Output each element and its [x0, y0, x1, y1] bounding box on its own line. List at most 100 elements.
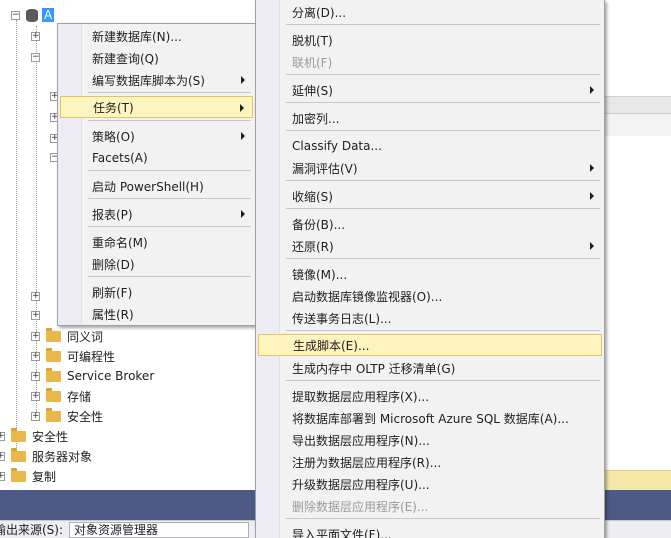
menu-item-label: 导入平面文件(F)... [292, 527, 392, 538]
tree-row-synonyms[interactable]: + 同义词 [31, 326, 103, 346]
submenu-arrow-icon [590, 86, 594, 94]
menu-item-label: 删除(D) [92, 257, 135, 272]
output-source-select[interactable]: 对象资源管理器 [69, 521, 250, 538]
collapse-icon[interactable]: − [31, 52, 40, 62]
folder-icon [46, 387, 61, 402]
menu-item-label: 任务(T) [93, 100, 134, 115]
menu-item-register-data-tier-app[interactable]: 注册为数据层应用程序(R)... [258, 451, 602, 473]
database-icon [26, 8, 38, 22]
tree-row-server-security[interactable]: + 安全性 [0, 426, 68, 446]
tree-row-database[interactable]: − A [11, 5, 55, 25]
menu-item-facets[interactable]: Facets(A) [60, 147, 253, 169]
menu-separator [88, 120, 251, 121]
menu-item-generate-oltp-checklist[interactable]: 生成内存中 OLTP 迁移清单(G) [258, 357, 602, 379]
menu-item-reports[interactable]: 报表(P) [60, 203, 253, 225]
folder-icon [46, 407, 61, 422]
menu-separator [88, 226, 251, 227]
menu-separator [88, 198, 251, 199]
menu-item-tasks[interactable]: 任务(T) [60, 96, 253, 118]
menu-item-mirror[interactable]: 镜像(M)... [258, 263, 602, 285]
menu-item-import-flat-file[interactable]: 导入平面文件(F)... [258, 523, 602, 538]
expand-icon[interactable]: + [0, 451, 5, 461]
expand-icon[interactable]: + [31, 391, 40, 401]
database-context-menu: 新建数据库(N)... 新建查询(Q) 编写数据库脚本为(S) 任务(T) 策略… [57, 23, 256, 326]
menu-item-properties[interactable]: 属性(R) [60, 303, 253, 325]
submenu-arrow-icon [240, 104, 244, 112]
menu-item-delete[interactable]: 删除(D) [60, 253, 253, 275]
tree-row-service-broker[interactable]: + Service Broker [31, 366, 154, 386]
tree-row-hidden[interactable]: − [31, 47, 46, 67]
menu-item-deploy-to-azure[interactable]: 将数据库部署到 Microsoft Azure SQL 数据库(A)... [258, 407, 602, 429]
menu-separator [286, 330, 600, 331]
menu-item-start-powershell[interactable]: 启动 PowerShell(H) [60, 175, 253, 197]
menu-item-label: 策略(O) [92, 129, 135, 144]
menu-item-upgrade-data-tier-app[interactable]: 升级数据层应用程序(U)... [258, 473, 602, 495]
menu-separator [88, 276, 251, 277]
menu-item-label: 启动 PowerShell(H) [92, 179, 204, 194]
expand-icon[interactable]: + [31, 291, 40, 301]
folder-icon [11, 427, 26, 442]
menu-item-label: 还原(R) [292, 239, 334, 254]
menu-item-policies[interactable]: 策略(O) [60, 125, 253, 147]
menu-item-detach[interactable]: 分离(D)... [258, 1, 602, 23]
expand-icon[interactable]: + [31, 31, 40, 41]
menu-item-label: 重命名(M) [92, 235, 148, 250]
menu-item-script-database-as[interactable]: 编写数据库脚本为(S) [60, 69, 253, 91]
menu-item-restore[interactable]: 还原(R) [258, 235, 602, 257]
tree-row-storage[interactable]: + 存储 [31, 386, 91, 406]
menu-item-label: 生成内存中 OLTP 迁移清单(G) [292, 361, 456, 376]
menu-item-shrink[interactable]: 收缩(S) [258, 185, 602, 207]
tree-row-db-security[interactable]: + 安全性 [31, 406, 103, 426]
menu-item-delete-data-tier-app: 删除数据层应用程序(E)... [258, 495, 602, 517]
menu-item-label: 延伸(S) [292, 83, 333, 98]
tasks-submenu: 分离(D)... 脱机(T) 联机(F) 延伸(S) 加密列... Classi… [255, 0, 605, 538]
menu-item-label: 收缩(S) [292, 189, 333, 204]
menu-item-take-offline[interactable]: 脱机(T) [258, 29, 602, 51]
menu-item-new-query[interactable]: 新建查询(Q) [60, 47, 253, 69]
menu-separator [286, 74, 600, 75]
tree-row-programmability[interactable]: + 可编程性 [31, 346, 115, 366]
expand-icon[interactable]: + [31, 371, 40, 381]
menu-item-label: 镜像(M)... [292, 267, 348, 282]
background-panel-header [604, 96, 671, 114]
expand-icon[interactable]: + [0, 471, 5, 481]
expand-icon[interactable]: + [0, 431, 5, 441]
expand-icon[interactable]: + [31, 310, 40, 320]
folder-icon [11, 467, 26, 482]
menu-item-label: Facets(A) [92, 151, 148, 165]
tree-row-replication[interactable]: + 复制 [0, 466, 56, 486]
menu-item-export-data-tier-app[interactable]: 导出数据层应用程序(N)... [258, 429, 602, 451]
menu-item-rename[interactable]: 重命名(M) [60, 231, 253, 253]
selected-database-label[interactable]: A [42, 8, 55, 22]
folder-icon [11, 447, 26, 462]
menu-item-vulnerability-assessment[interactable]: 漏洞评估(V) [258, 157, 602, 179]
expand-icon[interactable]: + [31, 351, 40, 361]
menu-item-label: 生成脚本(E)... [293, 338, 370, 353]
menu-item-label: 联机(F) [292, 55, 333, 70]
tree-row-hidden[interactable]: + [31, 286, 46, 306]
menu-item-launch-mirroring-monitor[interactable]: 启动数据库镜像监视器(O)... [258, 285, 602, 307]
tree-item-label: 存储 [67, 389, 92, 404]
menu-item-ship-transaction-logs[interactable]: 传送事务日志(L)... [258, 307, 602, 329]
menu-separator [286, 102, 600, 103]
menu-item-stretch[interactable]: 延伸(S) [258, 79, 602, 101]
menu-item-encrypt-columns[interactable]: 加密列... [258, 107, 602, 129]
menu-item-generate-scripts[interactable]: 生成脚本(E)... [258, 334, 602, 356]
collapse-icon[interactable]: − [11, 10, 20, 20]
menu-item-bring-online: 联机(F) [258, 51, 602, 73]
menu-separator [286, 130, 600, 131]
menu-item-label: 报表(P) [92, 207, 133, 222]
menu-item-extract-data-tier-app[interactable]: 提取数据层应用程序(X)... [258, 385, 602, 407]
expand-icon[interactable]: + [31, 411, 40, 421]
tree-row-server-objects[interactable]: + 服务器对象 [0, 446, 92, 466]
menu-item-back-up[interactable]: 备份(B)... [258, 213, 602, 235]
menu-item-new-database[interactable]: 新建数据库(N)... [60, 25, 253, 47]
tree-item-label: 同义词 [67, 329, 104, 344]
menu-separator [88, 170, 251, 171]
tree-row-hidden[interactable]: + [31, 305, 46, 325]
menu-item-classify-data[interactable]: Classify Data... [258, 135, 602, 157]
expand-icon[interactable]: + [31, 331, 40, 341]
menu-item-label: 漏洞评估(V) [292, 161, 358, 176]
menu-item-refresh[interactable]: 刷新(F) [60, 281, 253, 303]
tree-row-hidden[interactable]: + [31, 26, 46, 46]
